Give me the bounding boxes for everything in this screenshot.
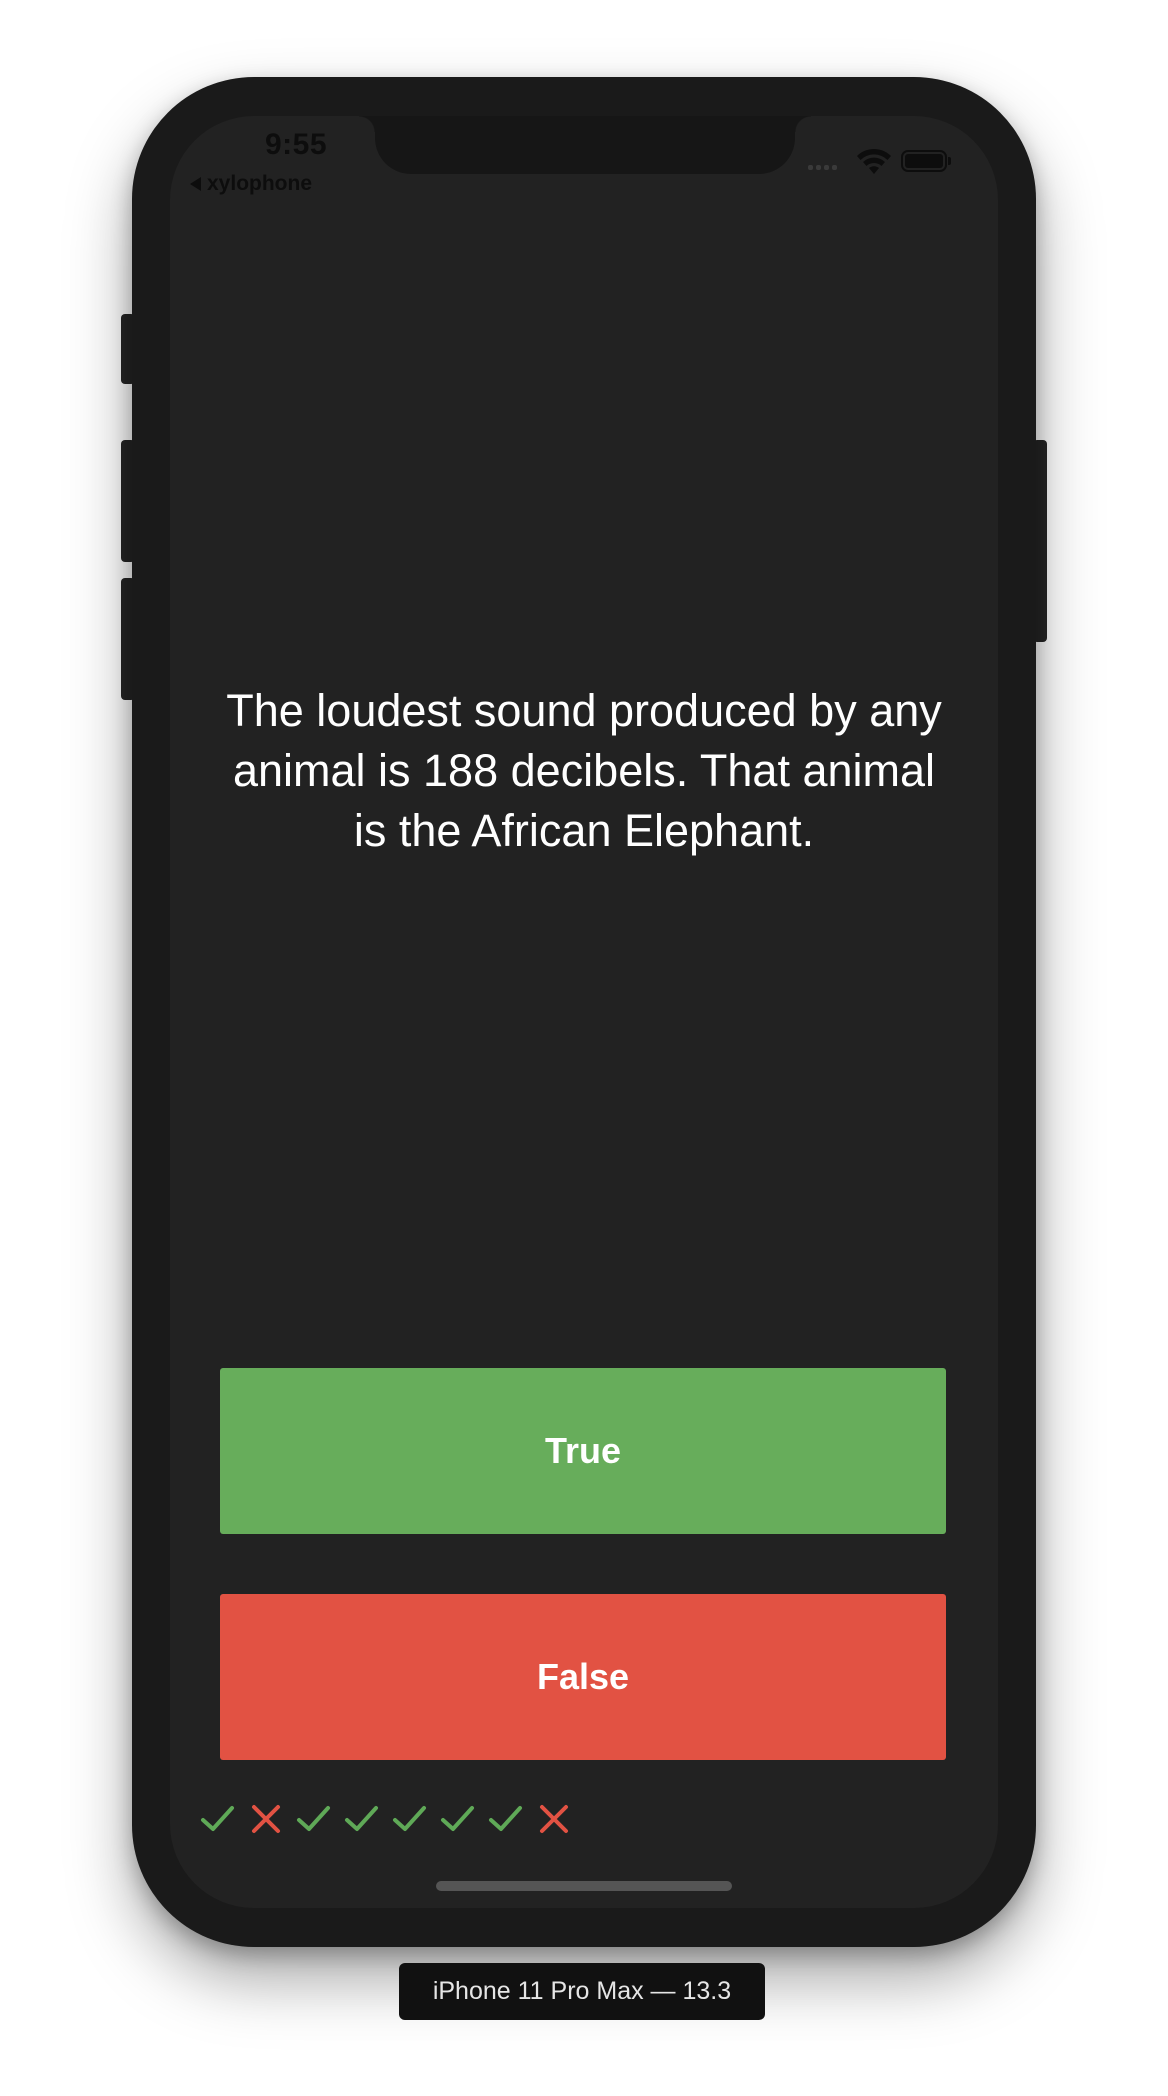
home-indicator[interactable] [436, 1881, 732, 1891]
checkmark-icon [201, 1806, 234, 1831]
signal-icon [808, 165, 837, 170]
camera-notch [359, 116, 795, 174]
battery-icon [901, 150, 947, 172]
wifi-icon [857, 148, 891, 174]
false-button[interactable]: False [220, 1594, 946, 1760]
back-app-label: xylophone [207, 172, 313, 195]
back-caret-icon [190, 177, 201, 191]
status-time: 9:55 [264, 128, 328, 161]
app-screen: 9:55 xylophone The loudest sound produce… [170, 116, 998, 1908]
back-to-app-link[interactable]: xylophone [190, 172, 312, 196]
score-indicator-row [194, 1799, 578, 1839]
simulator-stage: 9:55 xylophone The loudest sound produce… [0, 0, 1168, 2096]
device-label: iPhone 11 Pro Max — 13.3 [399, 1963, 765, 2020]
question-text: The loudest sound produced by any animal… [226, 685, 942, 856]
checkmark-icon [441, 1806, 474, 1831]
battery-tip [948, 157, 951, 165]
true-button[interactable]: True [220, 1368, 946, 1534]
checkmark-icon [393, 1806, 426, 1831]
checkmark-icon [345, 1806, 378, 1831]
cross-icon [540, 1805, 568, 1833]
cross-icon [252, 1805, 280, 1833]
checkmark-icon [297, 1806, 330, 1831]
checkmark-icon [489, 1806, 522, 1831]
